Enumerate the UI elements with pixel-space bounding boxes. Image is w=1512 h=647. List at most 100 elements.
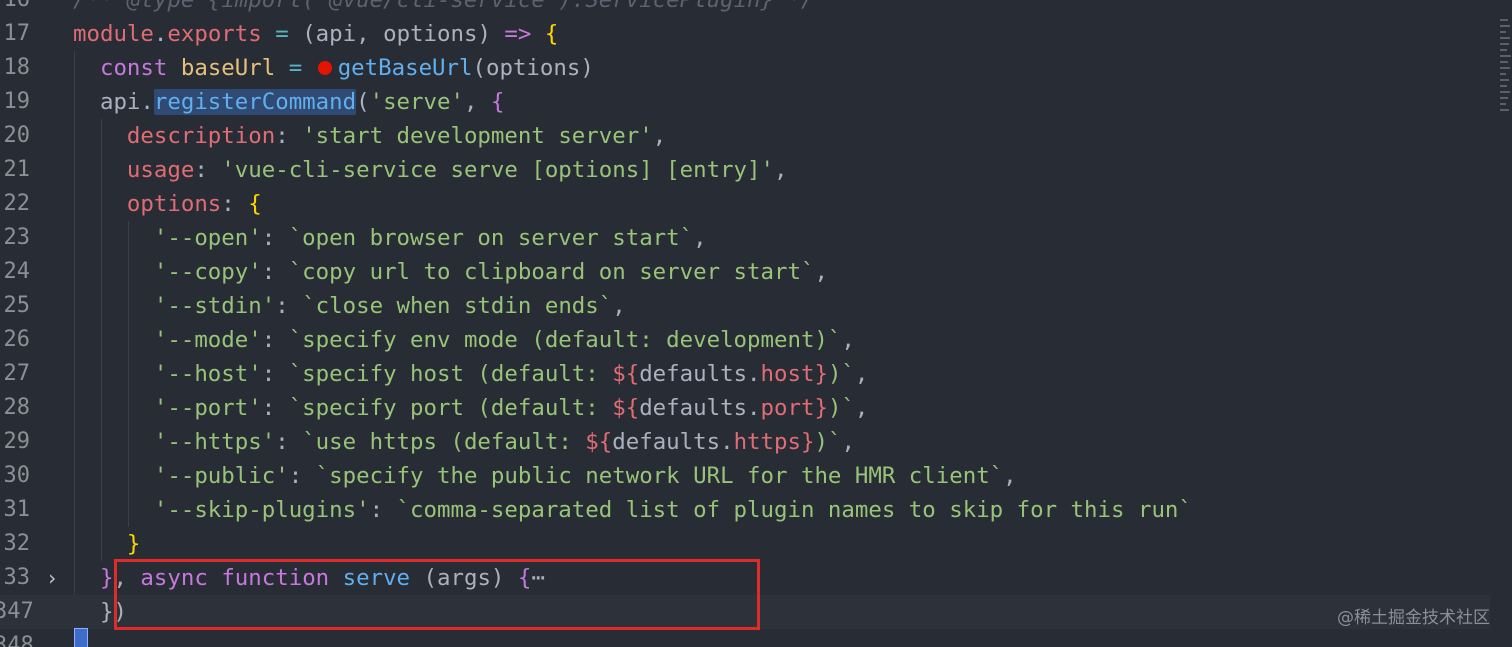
- code-token: ,: [652, 123, 667, 149]
- code-token: )`: [814, 429, 842, 455]
- fold-chevron-icon[interactable]: ›: [46, 561, 58, 595]
- code-token: :: [261, 327, 289, 353]
- code-token: '--port': [153, 395, 262, 421]
- code-token: ${: [612, 361, 640, 387]
- line-number: 33: [3, 565, 31, 590]
- code-token: description: [126, 123, 276, 149]
- code-token: defaults.: [612, 429, 734, 455]
- code-line[interactable]: 348: [0, 629, 1490, 647]
- code-line[interactable]: 27 '--host': `specify host (default: ${d…: [0, 357, 1490, 391]
- code-text: '--copy': `copy url to clipboard on serv…: [73, 255, 828, 289]
- line-number: 24: [3, 259, 31, 284]
- code-line[interactable]: 18 const baseUrl = getBaseUrl(options): [0, 51, 1490, 85]
- code-editor[interactable]: 16 /** @type {import('@vue/cli-service').…: [0, 0, 1512, 647]
- code-token: '--copy': [153, 259, 262, 285]
- code-line[interactable]: 20 description: 'start development serve…: [0, 119, 1490, 153]
- code-token: 'vue-cli-service serve [options] [entry]…: [221, 157, 774, 183]
- code-token: @type {import('@vue/cli-service').Servic…: [126, 0, 774, 13]
- code-text: '--open': `open browser on server start`…: [73, 221, 707, 255]
- code-token: }: [99, 565, 114, 591]
- code-token: {: [490, 89, 505, 115]
- code-text: api.registerCommand('serve', {: [73, 85, 504, 119]
- line-number: 20: [3, 123, 31, 148]
- code-token: ${: [585, 429, 613, 455]
- code-token: :: [261, 395, 289, 421]
- code-line[interactable]: 29 '--https': `use https (default: ${def…: [0, 425, 1490, 459]
- code-line[interactable]: 19 api.registerCommand('serve', {: [0, 85, 1490, 119]
- annotation-highlight-box: [114, 559, 760, 630]
- code-line[interactable]: 26 '--mode': `specify env mode (default:…: [0, 323, 1490, 357]
- code-token: `specify env mode (default: development)…: [288, 327, 842, 353]
- code-token: '--stdin': [153, 293, 276, 319]
- code-token: :: [261, 225, 289, 251]
- minimap[interactable]: [1500, 15, 1512, 155]
- line-number: 23: [3, 225, 31, 250]
- line-number: 22: [3, 191, 31, 216]
- code-token: :: [369, 497, 397, 523]
- code-line[interactable]: 16 /** @type {import('@vue/cli-service').…: [0, 0, 1490, 17]
- line-number: 347: [0, 599, 34, 624]
- code-token: `use https (default:: [302, 429, 586, 455]
- code-token: :: [194, 157, 222, 183]
- code-line[interactable]: 22 options: {: [0, 187, 1490, 221]
- code-line[interactable]: 24 '--copy': `copy url to clipboard on s…: [0, 255, 1490, 289]
- line-number: 27: [3, 361, 31, 386]
- code-line[interactable]: 23 '--open': `open browser on server sta…: [0, 221, 1490, 255]
- code-token: ,: [1003, 463, 1017, 489]
- line-number: 16: [0, 0, 31, 17]
- line-number: 31: [3, 497, 31, 522]
- code-text: '--mode': `specify env mode (default: de…: [73, 323, 855, 357]
- code-text: options: {: [73, 187, 262, 221]
- code-text: usage: 'vue-cli-service serve [options] …: [73, 153, 788, 187]
- code-line[interactable]: 21 usage: 'vue-cli-service serve [option…: [0, 153, 1490, 187]
- code-token: `specify host (default:: [288, 361, 613, 387]
- code-token: `open browser on server start`: [288, 225, 694, 251]
- code-token: '--skip-plugins': [153, 497, 370, 523]
- code-token: .: [153, 21, 168, 47]
- code-text: '--stdin': `close when stdin ends`,: [73, 289, 626, 323]
- line-number: 17: [3, 21, 31, 46]
- code-line[interactable]: 30 '--public': `specify the public netwo…: [0, 459, 1490, 493]
- code-token: =>: [504, 21, 532, 47]
- code-token: '--open': [153, 225, 262, 251]
- line-number: 21: [3, 157, 31, 182]
- code-token: `specify port (default:: [288, 395, 613, 421]
- breakpoint-icon[interactable]: [317, 61, 332, 75]
- text-cursor: [74, 628, 88, 647]
- code-text: description: 'start development server',: [73, 119, 666, 153]
- code-line[interactable]: 32 }: [0, 527, 1490, 561]
- code-token: }: [800, 429, 815, 455]
- code-token: ${: [612, 395, 640, 421]
- code-token: {: [248, 191, 262, 217]
- code-token: host: [760, 361, 815, 387]
- code-token: {: [544, 21, 559, 47]
- code-line[interactable]: 31 '--skip-plugins': `comma-separated li…: [0, 493, 1490, 527]
- code-token: /**: [73, 0, 127, 13]
- code-token: '--mode': [153, 327, 262, 353]
- code-token: =: [275, 55, 316, 81]
- code-token: '--public': [153, 463, 289, 489]
- code-text: '--skip-plugins': `comma-separated list …: [73, 493, 1192, 527]
- code-line[interactable]: 25 '--stdin': `close when stdin ends`,: [0, 289, 1490, 323]
- code-token: port: [760, 395, 815, 421]
- line-number: 18: [3, 55, 31, 80]
- code-line[interactable]: 28 '--port': `specify port (default: ${d…: [0, 391, 1490, 425]
- code-token: ,: [463, 89, 491, 115]
- code-text: module.exports = (api, options) => {: [73, 17, 558, 51]
- code-token: :: [275, 123, 303, 149]
- code-token: `close when stdin ends`: [302, 293, 613, 319]
- line-number: 348: [0, 633, 34, 647]
- code-token: ,: [612, 293, 626, 319]
- code-token: }: [126, 531, 141, 557]
- code-token: }: [814, 395, 828, 421]
- code-line[interactable]: 17 module.exports = (api, options) => {: [0, 17, 1490, 51]
